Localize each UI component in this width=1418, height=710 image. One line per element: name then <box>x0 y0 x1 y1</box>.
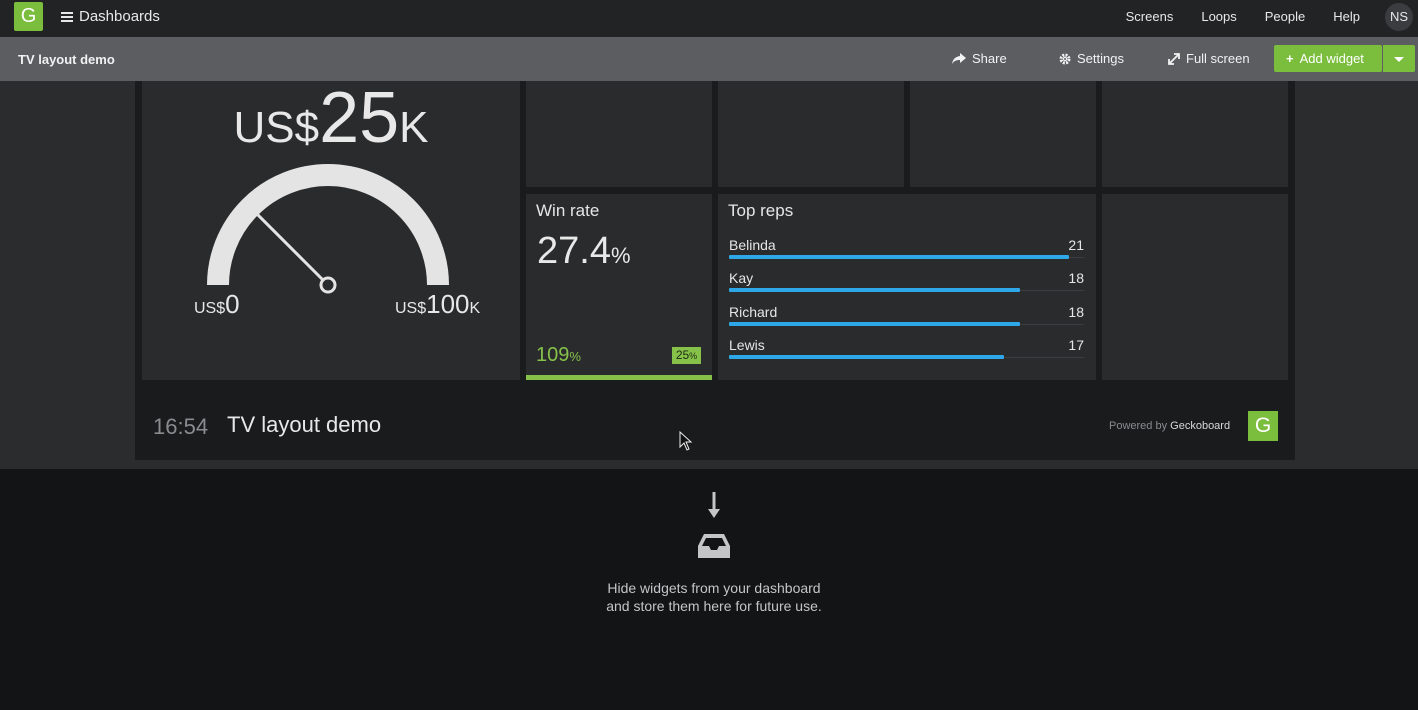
nav-link-people[interactable]: People <box>1265 9 1305 24</box>
hamburger-icon <box>61 11 73 22</box>
inbox-tray-icon <box>698 534 730 558</box>
top-reps-title: Top reps <box>728 201 794 220</box>
gauge-min: US$0 <box>194 289 240 320</box>
rep-name: Kay <box>729 270 754 287</box>
nav-link-help[interactable]: Help <box>1333 9 1360 24</box>
geckoboard-footer-logo: G <box>1248 411 1278 441</box>
gauge-min-prefix: US$ <box>194 300 226 317</box>
powered-by-label: Powered by <box>1109 420 1168 432</box>
share-button[interactable]: Share <box>952 37 1007 81</box>
plus-icon: + <box>1286 51 1294 66</box>
rep-value: 21 <box>1068 237 1084 253</box>
tray-text-line-2: and store them here for future use. <box>606 598 822 614</box>
dashboards-label: Dashboards <box>79 8 160 25</box>
rep-name: Lewis <box>729 336 765 353</box>
win-rate-badge-number: 25 <box>675 348 690 362</box>
tray-text-line-1: Hide widgets from your dashboard <box>607 580 821 596</box>
gauge-widget[interactable]: US$25K US$0 US$100K <box>142 78 520 380</box>
rep-row: Belinda 21 <box>729 237 1084 270</box>
nav-links: Screens Loops People Help <box>1098 0 1360 33</box>
add-widget-button[interactable]: + Add widget <box>1274 45 1382 72</box>
gauge-pivot <box>319 276 337 294</box>
rep-value: 18 <box>1068 270 1084 287</box>
add-widget-label: Add widget <box>1299 51 1364 66</box>
down-arrow-icon <box>708 492 720 518</box>
gauge-max-prefix: US$ <box>395 300 427 317</box>
top-reps-widget[interactable]: Top reps Belinda 21 Kay 18 Richard 18 Lewis 17 <box>718 194 1096 380</box>
rep-row: Lewis 17 <box>729 337 1084 370</box>
gauge-max-value: 100 <box>426 289 470 319</box>
dashboards-menu-button[interactable]: Dashboards <box>61 0 160 33</box>
gauge-max: US$100K <box>395 289 480 320</box>
rep-bar <box>729 321 1021 326</box>
board-title: TV layout demo <box>227 412 382 437</box>
rep-bar <box>729 354 1005 359</box>
win-rate-comparison-number: 109 <box>536 344 570 366</box>
nav-link-loops[interactable]: Loops <box>1201 9 1236 24</box>
win-rate-progress-bar <box>526 375 712 380</box>
gear-icon <box>1059 53 1071 65</box>
win-rate-title: Win rate <box>536 201 600 220</box>
user-avatar[interactable]: NS <box>1385 3 1413 31</box>
settings-label: Settings <box>1077 51 1124 66</box>
expand-icon <box>1168 53 1180 65</box>
win-rate-number: 27.4 <box>537 230 611 272</box>
rep-name: Belinda <box>729 237 776 253</box>
top-nav: G Dashboards Screens Loops People Help N… <box>0 0 1418 37</box>
win-rate-comparison: 109% <box>536 344 581 367</box>
rep-bar <box>729 255 1069 259</box>
win-rate-comparison-unit: % <box>569 349 581 364</box>
settings-button[interactable]: Settings <box>1059 37 1124 81</box>
gauge-dial <box>207 164 449 294</box>
mouse-cursor-icon <box>679 431 693 451</box>
nav-link-screens[interactable]: Screens <box>1126 9 1174 24</box>
gauge-min-value: 0 <box>225 289 240 319</box>
powered-by: Powered by Geckoboard <box>1109 420 1230 432</box>
gauge-max-suffix: K <box>469 300 481 317</box>
rep-value: 17 <box>1068 336 1084 353</box>
empty-tile[interactable] <box>718 81 904 187</box>
win-rate-unit: % <box>610 243 631 268</box>
board-clock: 16:54 <box>153 414 209 439</box>
rep-bar <box>729 288 1021 293</box>
win-rate-value: 27.4% <box>537 230 631 273</box>
rep-name: Richard <box>729 303 778 320</box>
win-rate-badge-unit: % <box>689 351 698 361</box>
dashboard-title[interactable]: TV layout demo <box>18 52 115 67</box>
empty-tile[interactable] <box>910 81 1096 187</box>
share-label: Share <box>972 51 1007 66</box>
rep-row: Richard 18 <box>729 304 1084 337</box>
fullscreen-button[interactable]: Full screen <box>1168 37 1250 81</box>
empty-tile[interactable] <box>1102 81 1288 187</box>
empty-tile[interactable] <box>526 81 712 187</box>
win-rate-widget[interactable]: Win rate 27.4% 109% 25% <box>526 194 712 380</box>
share-icon <box>952 53 966 64</box>
powered-by-brand: Geckoboard <box>1170 420 1231 432</box>
rep-row: Kay 18 <box>729 270 1084 303</box>
empty-tile[interactable] <box>1102 194 1288 380</box>
hidden-widgets-tray-text: Hide widgets from your dashboard and sto… <box>560 579 868 615</box>
add-widget-dropdown-toggle[interactable] <box>1383 45 1415 72</box>
win-rate-badge: 25% <box>672 347 701 364</box>
geckoboard-logo[interactable]: G <box>14 2 43 31</box>
dashboard-header: TV layout demo Share Settings Full scree… <box>0 37 1418 81</box>
gauge-needle <box>247 204 330 287</box>
fullscreen-label: Full screen <box>1186 51 1250 66</box>
rep-value: 18 <box>1068 303 1084 320</box>
